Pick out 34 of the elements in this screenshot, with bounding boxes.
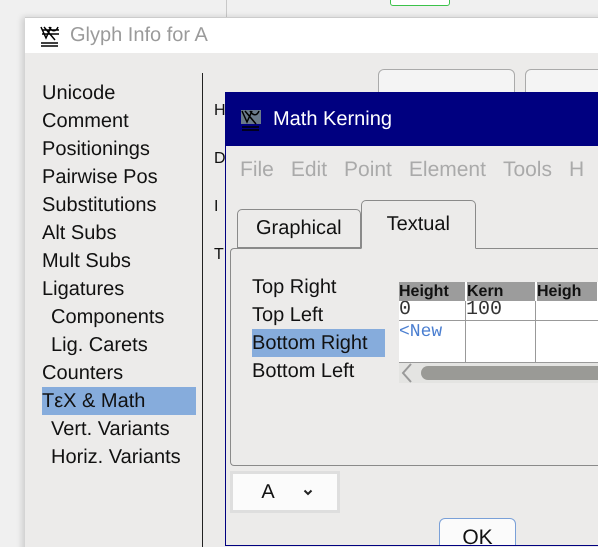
tab[interactable]: Graphical bbox=[237, 209, 361, 248]
sidebar-item[interactable]: Components bbox=[42, 303, 196, 331]
list-item[interactable]: Bottom Left bbox=[252, 357, 385, 385]
sidebar-item[interactable]: Horiz. Variants bbox=[42, 443, 196, 471]
sidebar-item[interactable]: Counters bbox=[42, 359, 196, 387]
sidebar-item[interactable]: Ligatures bbox=[42, 275, 196, 303]
list-item[interactable]: Top Left bbox=[252, 301, 385, 329]
field-label: H bbox=[214, 101, 226, 121]
window-title: Glyph Info for A bbox=[70, 24, 208, 47]
list-item[interactable]: Top Right bbox=[252, 273, 385, 301]
caret-icon bbox=[302, 488, 313, 496]
table-cell[interactable] bbox=[466, 321, 536, 363]
sidebar-item[interactable]: TεX & Math bbox=[42, 387, 196, 415]
scrollbar[interactable] bbox=[399, 363, 598, 383]
tab[interactable]: Textual bbox=[360, 200, 476, 249]
sidebar-item[interactable]: Pairwise Pos bbox=[42, 163, 196, 191]
ok-button[interactable]: OK bbox=[439, 518, 516, 545]
app-icon bbox=[38, 24, 62, 48]
field-label: T bbox=[214, 245, 224, 265]
dialog-title: Math Kerning bbox=[273, 108, 392, 131]
sidebar-item[interactable]: Comment bbox=[42, 107, 196, 135]
sidebar-item[interactable]: Substitutions bbox=[42, 191, 196, 219]
glyph-dropdown[interactable]: A bbox=[230, 471, 340, 513]
field-label: I bbox=[214, 197, 218, 217]
sidebar-item[interactable]: Lig. Carets bbox=[42, 331, 196, 359]
sidebar-item[interactable]: Vert. Variants bbox=[42, 415, 196, 443]
sidebar-item[interactable]: Alt Subs bbox=[42, 219, 196, 247]
table-cell[interactable]: <New bbox=[399, 321, 466, 363]
sidebar-item[interactable]: Positionings bbox=[42, 135, 196, 163]
sidebar-item[interactable]: Mult Subs bbox=[42, 247, 196, 275]
sidebar-item[interactable]: Unicode bbox=[42, 79, 196, 107]
app-icon bbox=[239, 108, 263, 132]
list-item[interactable]: Bottom Right bbox=[252, 329, 385, 357]
field-label: D bbox=[214, 149, 226, 169]
